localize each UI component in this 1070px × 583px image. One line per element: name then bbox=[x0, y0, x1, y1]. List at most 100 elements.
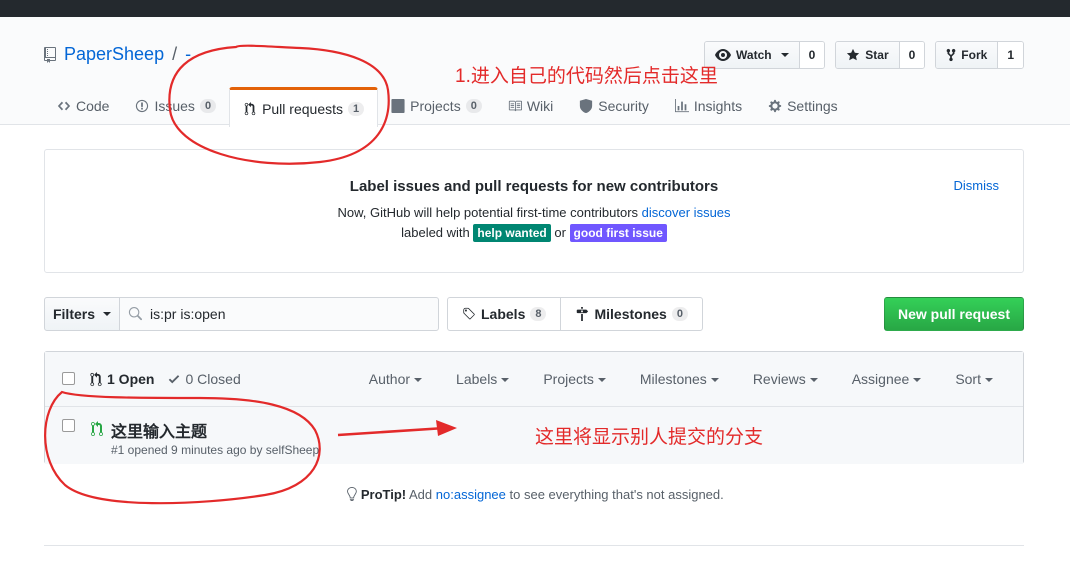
pr-title-link[interactable]: 这里输入主题 bbox=[111, 418, 207, 442]
star-group: Star 0 bbox=[835, 41, 926, 69]
chevron-down-icon bbox=[985, 378, 993, 383]
filter-label: Author bbox=[368, 371, 411, 387]
star-label: Star bbox=[865, 48, 889, 62]
footer-divider bbox=[44, 545, 1024, 546]
fork-button[interactable]: Fork bbox=[936, 42, 999, 68]
star-button[interactable]: Star bbox=[836, 42, 900, 68]
banner-title: Label issues and pull requests for new c… bbox=[349, 178, 719, 195]
protip: ProTip! Add no:assignee to see everythin… bbox=[0, 487, 1070, 502]
tab-wiki[interactable]: Wiki bbox=[495, 87, 566, 125]
banner-labels-line: labeled with help wanted or good first i… bbox=[45, 224, 1023, 242]
repo-nav: Code Issues 0 Pull requests 1 Projects 0… bbox=[44, 87, 851, 127]
pr-list: 1 Open 0 Closed Author Labels Projects M… bbox=[44, 351, 1024, 464]
tab-label: Issues bbox=[154, 98, 195, 114]
shield-icon bbox=[580, 99, 593, 113]
tab-label: Pull requests bbox=[262, 100, 343, 117]
milestones-count: 0 bbox=[671, 307, 688, 321]
closed-filter[interactable]: 0 Closed bbox=[168, 371, 241, 387]
tab-pull-requests[interactable]: Pull requests 1 bbox=[229, 87, 379, 127]
labels-text: Labels bbox=[481, 306, 526, 322]
good-first-issue-label[interactable]: good first issue bbox=[569, 224, 667, 242]
labels-filter[interactable]: Labels bbox=[456, 371, 510, 387]
search-input[interactable]: is:pr is:open bbox=[119, 297, 439, 331]
tab-label: Code bbox=[76, 98, 110, 114]
new-pull-request-button[interactable]: New pull request bbox=[883, 297, 1024, 331]
tab-label: Settings bbox=[787, 98, 838, 114]
filter-label: Projects bbox=[543, 371, 594, 387]
tab-security[interactable]: Security bbox=[566, 87, 662, 125]
author-filter[interactable]: Author bbox=[368, 371, 423, 387]
milestones-button[interactable]: Milestones 0 bbox=[560, 298, 701, 330]
tab-settings[interactable]: Settings bbox=[755, 87, 851, 125]
star-icon bbox=[847, 48, 860, 61]
discover-issues-link[interactable]: discover issues bbox=[642, 205, 731, 220]
sort-filter[interactable]: Sort bbox=[955, 371, 993, 387]
tab-count: 0 bbox=[465, 99, 482, 113]
open-pull-request-icon bbox=[91, 421, 103, 436]
tab-label: Security bbox=[598, 98, 649, 114]
closed-count: 0 Closed bbox=[185, 371, 241, 387]
chevron-down-icon bbox=[414, 378, 423, 383]
tab-projects[interactable]: Projects 0 bbox=[378, 87, 495, 125]
graph-icon bbox=[674, 99, 689, 113]
watch-group: Watch 0 bbox=[704, 41, 826, 69]
state-filters: 1 Open 0 Closed bbox=[90, 371, 241, 387]
milestone-icon bbox=[577, 307, 589, 321]
fork-count[interactable]: 1 bbox=[998, 42, 1023, 68]
assignee-filter[interactable]: Assignee bbox=[852, 371, 922, 387]
fork-label: Fork bbox=[961, 48, 988, 62]
reviews-filter[interactable]: Reviews bbox=[753, 371, 818, 387]
projects-filter[interactable]: Projects bbox=[543, 371, 606, 387]
repo-title: PaperSheep / - bbox=[44, 44, 191, 65]
dismiss-button[interactable]: Dismiss bbox=[954, 178, 1000, 193]
book-icon bbox=[508, 100, 522, 112]
tag-icon bbox=[463, 307, 475, 320]
open-count: 1 Open bbox=[107, 371, 155, 387]
banner-desc: Now, GitHub will help potential first-ti… bbox=[45, 205, 1023, 220]
repo-actions: Watch 0 Star 0 Fork 1 bbox=[704, 41, 1024, 69]
pr-meta: #1 opened 9 minutes ago by selfSheep bbox=[111, 443, 320, 457]
star-count[interactable]: 0 bbox=[899, 42, 925, 68]
tab-code[interactable]: Code bbox=[44, 87, 122, 125]
contributors-banner: Label issues and pull requests for new c… bbox=[44, 149, 1024, 273]
filters-dropdown[interactable]: Filters bbox=[44, 297, 120, 331]
open-filter[interactable]: 1 Open bbox=[90, 371, 154, 387]
row-checkbox[interactable] bbox=[62, 419, 75, 432]
labels-button[interactable]: Labels 8 bbox=[448, 298, 560, 330]
chevron-down-icon bbox=[913, 378, 922, 383]
repo-name-link[interactable]: - bbox=[185, 44, 191, 65]
watch-count[interactable]: 0 bbox=[799, 42, 825, 68]
check-icon bbox=[169, 375, 180, 384]
tab-label: Projects bbox=[410, 98, 461, 114]
eye-icon bbox=[715, 49, 732, 61]
filter-label: Labels bbox=[456, 371, 498, 387]
tab-issues[interactable]: Issues 0 bbox=[122, 87, 229, 125]
watch-button[interactable]: Watch bbox=[705, 42, 800, 68]
gear-icon bbox=[768, 99, 782, 113]
search-icon bbox=[128, 307, 142, 321]
tab-count: 1 bbox=[348, 101, 365, 116]
filter-bar: Filters is:pr is:open Labels 8 Milestone… bbox=[44, 297, 1024, 331]
list-item: 这里输入主题 #1 opened 9 minutes ago by selfSh… bbox=[45, 407, 1023, 464]
repo-owner-link[interactable]: PaperSheep bbox=[64, 44, 164, 65]
no-assignee-link[interactable]: no:assignee bbox=[436, 487, 506, 502]
chevron-down-icon bbox=[597, 378, 606, 383]
milestones-filter[interactable]: Milestones bbox=[640, 371, 719, 387]
protip-text-rest: to see everything that's not assigned. bbox=[509, 487, 724, 502]
repo-icon bbox=[44, 46, 56, 63]
help-wanted-label[interactable]: help wanted bbox=[473, 224, 551, 242]
code-icon bbox=[57, 101, 71, 111]
select-all-checkbox[interactable] bbox=[62, 372, 75, 385]
chevron-down-icon bbox=[103, 312, 111, 316]
pull-request-icon bbox=[90, 371, 102, 386]
global-header bbox=[0, 0, 1070, 17]
banner-or-text: or bbox=[554, 225, 566, 240]
tab-insights[interactable]: Insights bbox=[662, 87, 755, 125]
issue-icon bbox=[136, 99, 149, 113]
protip-text: Add bbox=[409, 487, 433, 502]
banner-desc-text: Now, GitHub will help potential first-ti… bbox=[337, 205, 639, 220]
filter-label: Assignee bbox=[851, 371, 910, 387]
tab-label: Wiki bbox=[526, 98, 554, 114]
annotation-step1: 1.进入自己的代码然后点击这里 bbox=[455, 66, 718, 87]
pull-request-icon bbox=[244, 101, 256, 115]
